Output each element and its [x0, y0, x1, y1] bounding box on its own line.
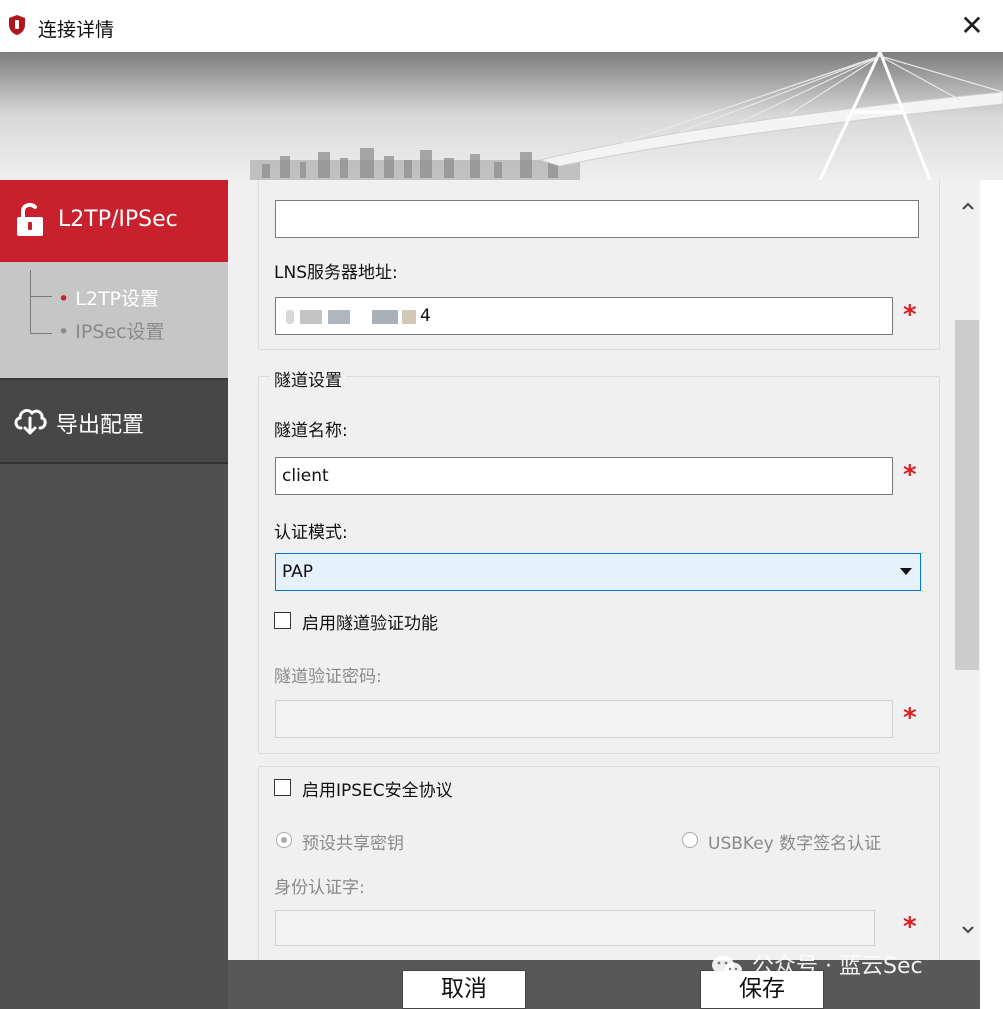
- window-title: 连接详情: [38, 19, 115, 41]
- scrollbar-thumb[interactable]: [955, 320, 979, 670]
- tree-line: [30, 333, 52, 334]
- header-banner: [0, 52, 1003, 180]
- blurred-text: [328, 310, 350, 324]
- lns-server-input[interactable]: 4: [275, 297, 893, 335]
- required-mark: *: [903, 300, 917, 330]
- sidebar-item-l2tp-ipsec[interactable]: L2TP/IPSec: [0, 180, 228, 262]
- usbkey-radio[interactable]: [682, 832, 698, 848]
- blurred-text: [286, 310, 294, 324]
- tunnel-name-input[interactable]: [275, 457, 893, 495]
- lns-visible-digit: 4: [420, 306, 431, 326]
- enable-ipsec-label: 启用IPSEC安全协议: [302, 781, 453, 801]
- tunnel-auth-password-label: 隧道验证密码:: [274, 667, 382, 687]
- tunnel-auth-password-input[interactable]: [275, 700, 893, 738]
- auth-mode-label: 认证模式:: [274, 523, 348, 543]
- subnav-label: IPSec设置: [75, 321, 165, 343]
- psk-label: 预设共享密钥: [302, 834, 404, 854]
- required-mark: *: [903, 912, 917, 942]
- usbkey-label: USBKey 数字签名认证: [708, 834, 882, 854]
- bullet: •: [58, 321, 70, 343]
- watermark-text: 公众号 · 蓝云Sec: [752, 954, 923, 979]
- blurred-text: [372, 310, 398, 324]
- tree-line: [30, 270, 31, 334]
- scroll-down-arrow-icon[interactable]: [958, 920, 978, 940]
- settings-panel: LNS服务器地址: 4 * 隧道设置 隧道名称: * 认证模式: PAP 启用隧…: [228, 180, 952, 960]
- enable-tunnel-auth-label: 启用隧道验证功能: [302, 614, 438, 634]
- subnav-item-l2tp[interactable]: • L2TP设置: [58, 284, 159, 311]
- top-field-input[interactable]: [275, 200, 919, 238]
- tree-line: [30, 296, 52, 297]
- sidebar-item-label: 导出配置: [56, 413, 145, 438]
- subnav-item-ipsec[interactable]: • IPSec设置: [58, 317, 165, 344]
- subnav-label: L2TP设置: [75, 288, 160, 310]
- blurred-text: [300, 310, 322, 324]
- required-mark: *: [903, 703, 917, 733]
- tunnel-name-label: 隧道名称:: [274, 421, 348, 441]
- enable-ipsec-checkbox[interactable]: [274, 779, 291, 796]
- cancel-button[interactable]: 取消: [402, 970, 526, 1009]
- identity-input[interactable]: [275, 910, 875, 946]
- psk-radio[interactable]: [276, 832, 292, 848]
- identity-label: 身份认证字:: [274, 878, 365, 898]
- auth-mode-select[interactable]: PAP: [275, 553, 921, 591]
- active-bullet: •: [58, 288, 70, 310]
- tunnel-group-title: 隧道设置: [270, 366, 346, 391]
- chevron-down-icon: [900, 568, 912, 575]
- scroll-up-arrow-icon[interactable]: [958, 196, 978, 216]
- shield-logo-icon: [9, 15, 25, 35]
- required-mark: *: [903, 460, 917, 490]
- bridge-skyline-image: [0, 52, 1003, 180]
- title-bar: [0, 0, 1003, 52]
- cloud-download-icon: [14, 409, 47, 435]
- sidebar-item-export-config[interactable]: 导出配置: [0, 378, 228, 464]
- unlock-icon: [17, 202, 43, 236]
- auth-mode-value: PAP: [282, 562, 314, 582]
- sidebar-item-label: L2TP/IPSec: [58, 207, 178, 232]
- wechat-icon: [712, 956, 742, 978]
- enable-tunnel-auth-checkbox[interactable]: [274, 612, 291, 629]
- lns-server-label: LNS服务器地址:: [274, 263, 398, 283]
- sidebar-subnav: • L2TP设置 • IPSec设置: [0, 262, 228, 378]
- blurred-text: [402, 310, 416, 324]
- close-button[interactable]: ✕: [952, 8, 992, 44]
